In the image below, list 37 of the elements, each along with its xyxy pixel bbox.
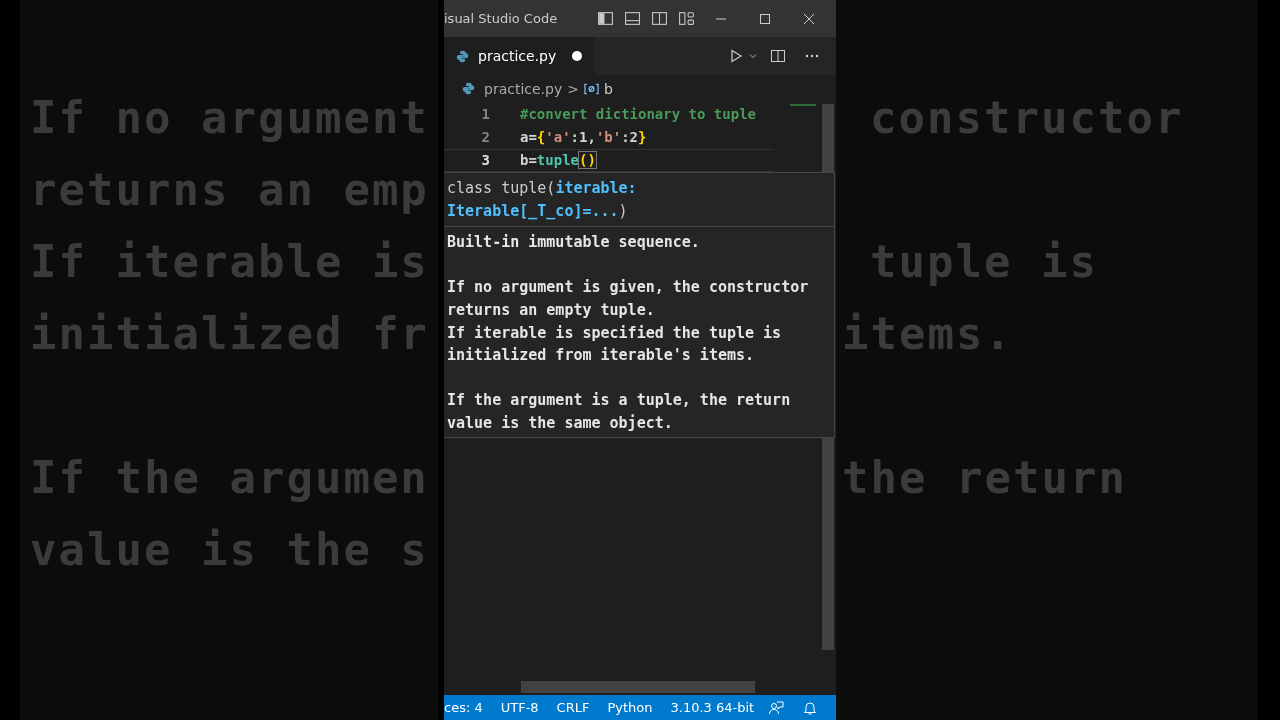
breadcrumb-separator: > (567, 80, 579, 97)
window-title: isual Studio Code (444, 11, 559, 26)
line-number: 1 (480, 105, 490, 124)
maximize-icon[interactable] (759, 12, 771, 25)
run-icon[interactable] (728, 48, 744, 64)
code-line: b=tuple() (520, 151, 596, 170)
code-line: a={'a':1,'b':2} (520, 128, 647, 147)
panel-toggle-icon[interactable] (624, 10, 641, 27)
signature-text: class tuple(iterable: (447, 178, 638, 199)
doc-text: Built-in immutable sequence. (447, 232, 701, 254)
variable-icon (583, 82, 599, 95)
breadcrumb-item[interactable]: b (603, 80, 613, 97)
python-file-icon (462, 82, 475, 95)
customize-layout-icon[interactable] (678, 10, 695, 27)
line-number: 2 (480, 128, 490, 147)
feedback-icon[interactable] (768, 699, 784, 716)
sidebar-toggle-icon[interactable] (597, 10, 614, 27)
doc-text: If iterable is specified the tuple is initialized from iterable's items. (447, 322, 783, 367)
split-layout-icon[interactable] (651, 10, 668, 27)
doc-text: If no argument is given, the constructor returns an empty tuple. (447, 277, 810, 321)
status-item[interactable]: 3.10.3 64-bit (662, 700, 765, 715)
line-number: 3 (480, 151, 490, 170)
bell-icon[interactable] (802, 699, 818, 716)
signature-text: Iterable[_T_co]=...) (447, 200, 629, 222)
status-item[interactable]: CRLF (548, 700, 600, 715)
split-editor-icon[interactable] (770, 48, 786, 64)
python-file-icon (456, 49, 469, 63)
close-icon[interactable] (803, 12, 815, 25)
code-line: #convert dictionary to tuple (520, 105, 756, 124)
status-item[interactable]: UTF-8 (492, 700, 549, 715)
editor-tab[interactable]: practice.py (444, 37, 595, 75)
status-item[interactable]: Python (599, 700, 663, 715)
status-item[interactable]: ces: 4 (444, 700, 493, 715)
horizontal-scrollbar[interactable] (521, 681, 755, 693)
breadcrumb-item[interactable]: practice.py (484, 80, 563, 97)
caret-icon[interactable] (748, 51, 758, 61)
doc-text: If the argument is a tuple, the return value is the same object. (447, 390, 792, 434)
